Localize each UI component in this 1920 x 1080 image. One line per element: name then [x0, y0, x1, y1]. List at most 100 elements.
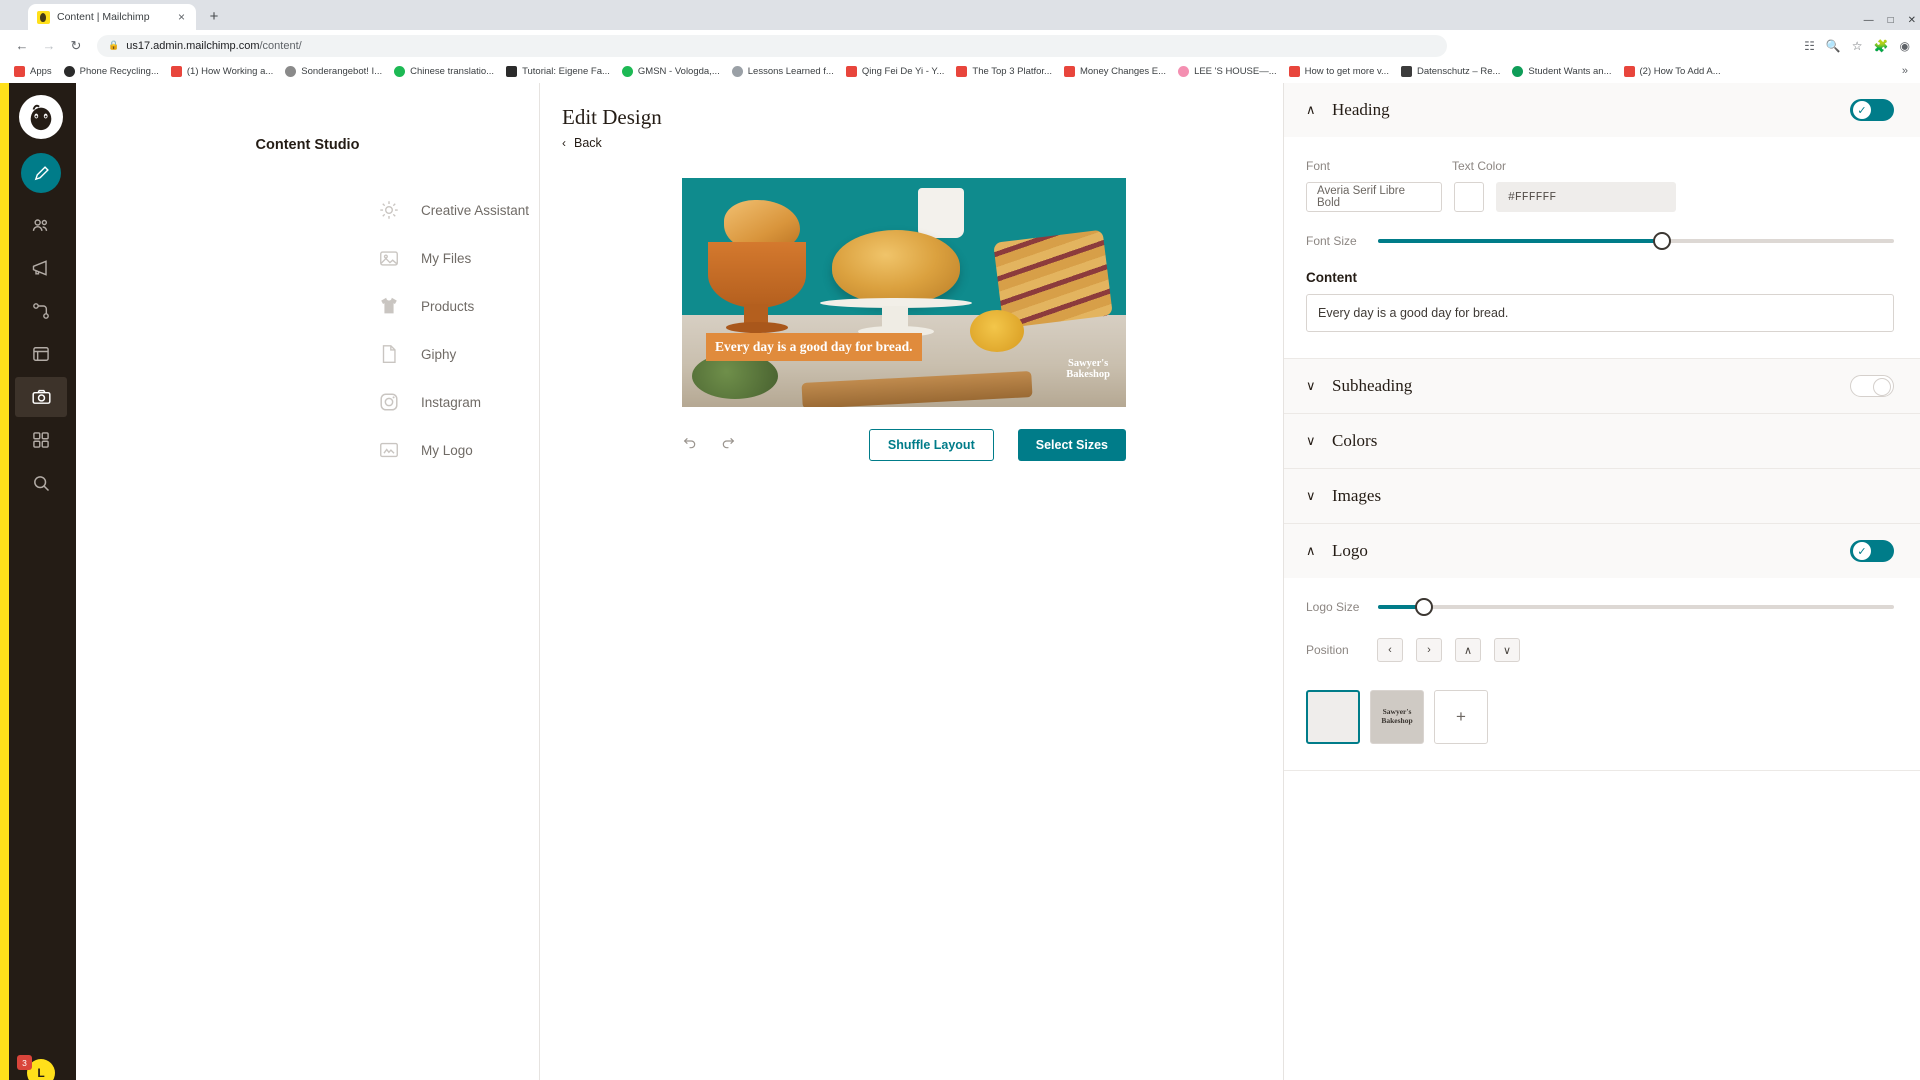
- redo-icon[interactable]: [720, 435, 736, 455]
- profile-icon[interactable]: ◉: [1900, 39, 1910, 53]
- bookmark-item[interactable]: Lessons Learned f...: [726, 64, 840, 79]
- logo-thumbnails: Sawyer's Bakeshop +: [1306, 690, 1894, 744]
- bookmark-favicon: [170, 65, 182, 77]
- move-down-button[interactable]: ∨: [1494, 638, 1520, 662]
- bookmark-label: Phone Recycling...: [79, 65, 159, 77]
- sidebar-item-label: Giphy: [421, 346, 457, 362]
- bookmark-item[interactable]: Phone Recycling...: [58, 64, 165, 79]
- design-logo[interactable]: Sawyer's Bakeshop: [1066, 358, 1110, 382]
- bookmark-item[interactable]: How to get more v...: [1283, 64, 1395, 79]
- heading-toggle[interactable]: ✓: [1850, 99, 1894, 121]
- instagram-icon: [376, 389, 402, 415]
- font-select[interactable]: Averia Serif Libre Bold: [1306, 182, 1442, 212]
- hex-value-field[interactable]: #FFFFFF: [1496, 182, 1676, 212]
- bookmark-item[interactable]: Student Wants an...: [1506, 64, 1617, 79]
- sidebar-item-giphy[interactable]: Giphy: [76, 341, 539, 367]
- design-logo-line2: Bakeshop: [1066, 369, 1110, 381]
- logo-toggle[interactable]: ✓: [1850, 540, 1894, 562]
- logo-position-row: Position ‹ › ∧ ∨: [1306, 638, 1894, 662]
- shuffle-layout-button[interactable]: Shuffle Layout: [868, 429, 994, 461]
- close-window-icon[interactable]: ✕: [1908, 15, 1916, 26]
- bookmark-item[interactable]: Chinese translatio...: [388, 64, 500, 79]
- color-swatch[interactable]: [1454, 182, 1484, 212]
- font-size-slider[interactable]: [1378, 232, 1894, 250]
- sidebar-item-website[interactable]: [15, 334, 67, 374]
- sidebar-item-instagram[interactable]: Instagram: [76, 389, 539, 415]
- bookmarks-overflow-icon[interactable]: »: [1902, 65, 1912, 77]
- sidebar-item-campaigns[interactable]: [15, 248, 67, 288]
- mailchimp-left-rail: 3 L: [0, 83, 76, 1080]
- new-tab-button[interactable]: +: [204, 6, 224, 26]
- bookmark-item[interactable]: Sonderangebot! I...: [279, 64, 388, 79]
- bookmark-item[interactable]: Qing Fei De Yi - Y...: [840, 64, 951, 79]
- content-input[interactable]: Every day is a good day for bread.: [1306, 294, 1894, 332]
- account-area[interactable]: 3 L: [15, 1055, 67, 1080]
- bookmark-item[interactable]: Apps: [8, 64, 58, 79]
- audience-icon: [32, 219, 48, 231]
- sidebar-item-automations[interactable]: [15, 291, 67, 331]
- design-logo-line1: Sawyer's: [1067, 357, 1109, 369]
- bookmark-favicon: [845, 65, 857, 77]
- bookmark-item[interactable]: The Top 3 Platfor...: [950, 64, 1058, 79]
- logo-thumbnail-blank[interactable]: [1306, 690, 1360, 744]
- bookmark-item[interactable]: Money Changes E...: [1058, 64, 1172, 79]
- bookmark-item[interactable]: LEE 'S HOUSE—...: [1172, 64, 1283, 79]
- bookmark-label: GMSN - Vologda,...: [637, 65, 720, 77]
- slider-knob[interactable]: [1415, 598, 1434, 616]
- back-button[interactable]: ‹ Back: [562, 136, 1283, 150]
- bookmark-item[interactable]: GMSN - Vologda,...: [616, 64, 726, 79]
- translate-icon[interactable]: ☷: [1804, 39, 1815, 53]
- forward-icon[interactable]: →: [37, 34, 61, 58]
- mailchimp-logo[interactable]: [19, 95, 63, 139]
- maximize-icon[interactable]: □: [1888, 15, 1894, 26]
- accordion-logo-header[interactable]: ∧ Logo ✓: [1284, 524, 1920, 578]
- logo-thumbnail-sawyers[interactable]: Sawyer's Bakeshop: [1370, 690, 1424, 744]
- lock-icon: 🔒: [108, 40, 120, 50]
- move-up-button[interactable]: ∧: [1455, 638, 1481, 662]
- search-icon[interactable]: 🔍: [1826, 39, 1841, 53]
- accordion-subheading-header[interactable]: ∨ Subheading ✓: [1284, 359, 1920, 413]
- design-heading-band[interactable]: Every day is a good day for bread.: [706, 333, 922, 361]
- bookmark-item[interactable]: (2) How To Add A...: [1618, 64, 1727, 79]
- undo-icon[interactable]: [682, 435, 698, 455]
- bookmark-item[interactable]: (1) How Working a...: [165, 64, 279, 79]
- sidebar-item-my-files[interactable]: My Files: [76, 245, 539, 271]
- bookmark-item[interactable]: Datenschutz – Re...: [1395, 64, 1506, 79]
- chevron-down-icon: ∨: [1306, 433, 1316, 448]
- sidebar-item-my-logo[interactable]: My Logo: [76, 437, 539, 463]
- sidebar-item-creative-assistant[interactable]: Creative Assistant: [76, 197, 539, 223]
- back-icon[interactable]: ←: [10, 34, 34, 58]
- create-icon[interactable]: [21, 153, 61, 193]
- sidebar-item-products[interactable]: Products: [76, 293, 539, 319]
- sidebar-item-audience[interactable]: [15, 205, 67, 245]
- thumbnail-logo-line2: Bakeshop: [1381, 716, 1413, 725]
- star-icon[interactable]: ☆: [1852, 39, 1863, 53]
- accordion-heading-header[interactable]: ∧ Heading ✓: [1284, 83, 1920, 137]
- accordion-images-header[interactable]: ∨ Images: [1284, 469, 1920, 523]
- browser-chrome: Content | Mailchimp × + — □ ✕ ← → ↻ 🔒 us…: [0, 0, 1920, 83]
- window-controls: — □ ✕: [1864, 15, 1916, 26]
- sidebar-item-integrations[interactable]: [15, 420, 67, 460]
- design-action-buttons: Shuffle Layout Select Sizes: [868, 429, 1126, 461]
- sidebar-item-search[interactable]: [15, 463, 67, 503]
- design-preview-image[interactable]: Every day is a good day for bread. Sawye…: [682, 178, 1126, 407]
- logo-size-slider[interactable]: [1378, 598, 1894, 616]
- url-text: us17.admin.mailchimp.com/content/: [126, 40, 301, 52]
- lemon-prop: [970, 310, 1024, 352]
- close-icon[interactable]: ×: [176, 11, 187, 23]
- sidebar-item-content-studio[interactable]: [15, 377, 67, 417]
- move-left-button[interactable]: ‹: [1377, 638, 1403, 662]
- subheading-toggle[interactable]: ✓: [1850, 375, 1894, 397]
- bookmark-item[interactable]: Tutorial: Eigene Fa...: [500, 64, 616, 79]
- move-right-button[interactable]: ›: [1416, 638, 1442, 662]
- address-bar[interactable]: 🔒 us17.admin.mailchimp.com/content/: [97, 34, 1447, 57]
- add-logo-button[interactable]: +: [1434, 690, 1488, 744]
- minimize-icon[interactable]: —: [1864, 15, 1874, 26]
- reload-icon[interactable]: ↻: [64, 34, 88, 58]
- accordion-colors-header[interactable]: ∨ Colors: [1284, 414, 1920, 468]
- extensions-icon[interactable]: 🧩: [1874, 39, 1889, 53]
- notification-badge[interactable]: 3: [17, 1055, 32, 1070]
- slider-knob[interactable]: [1652, 232, 1671, 250]
- browser-tab[interactable]: Content | Mailchimp ×: [28, 4, 196, 30]
- select-sizes-button[interactable]: Select Sizes: [1017, 429, 1126, 461]
